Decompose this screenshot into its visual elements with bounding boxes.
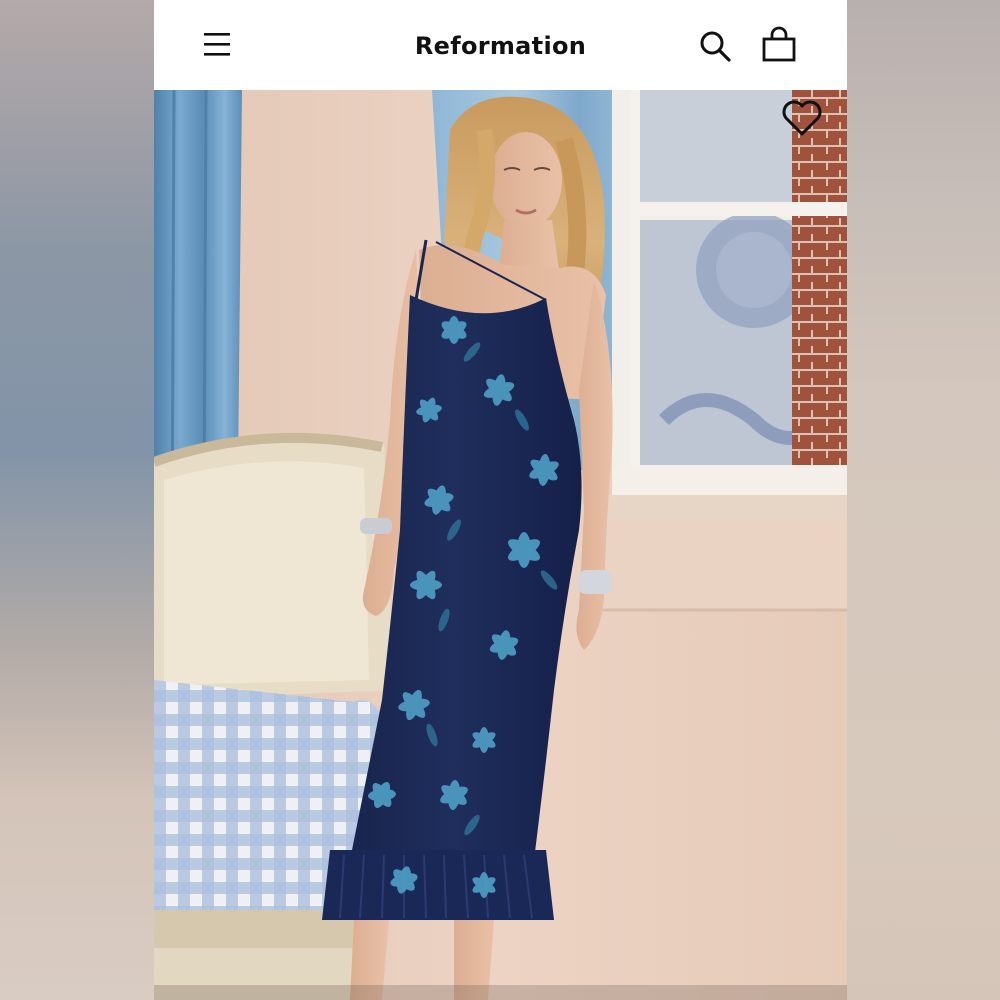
top-navigation-bar: Reformation: [154, 0, 847, 90]
hamburger-menu-icon: [204, 33, 230, 56]
shopping-bag-icon: [762, 26, 796, 62]
mobile-screen: Reformation: [154, 0, 847, 1000]
search-button[interactable]: [697, 28, 733, 64]
brand-logo-text[interactable]: Reformation: [415, 32, 586, 60]
blurred-background-left: [0, 0, 154, 1000]
heart-outline-icon: [782, 100, 822, 136]
blurred-background-right: [847, 0, 1000, 1000]
shopping-bag-button[interactable]: [760, 26, 798, 64]
brand-logo: Reformation: [154, 30, 847, 62]
menu-button[interactable]: [202, 30, 232, 60]
search-icon: [700, 31, 731, 62]
product-image[interactable]: [154, 90, 847, 1000]
favorite-button[interactable]: [780, 98, 824, 138]
